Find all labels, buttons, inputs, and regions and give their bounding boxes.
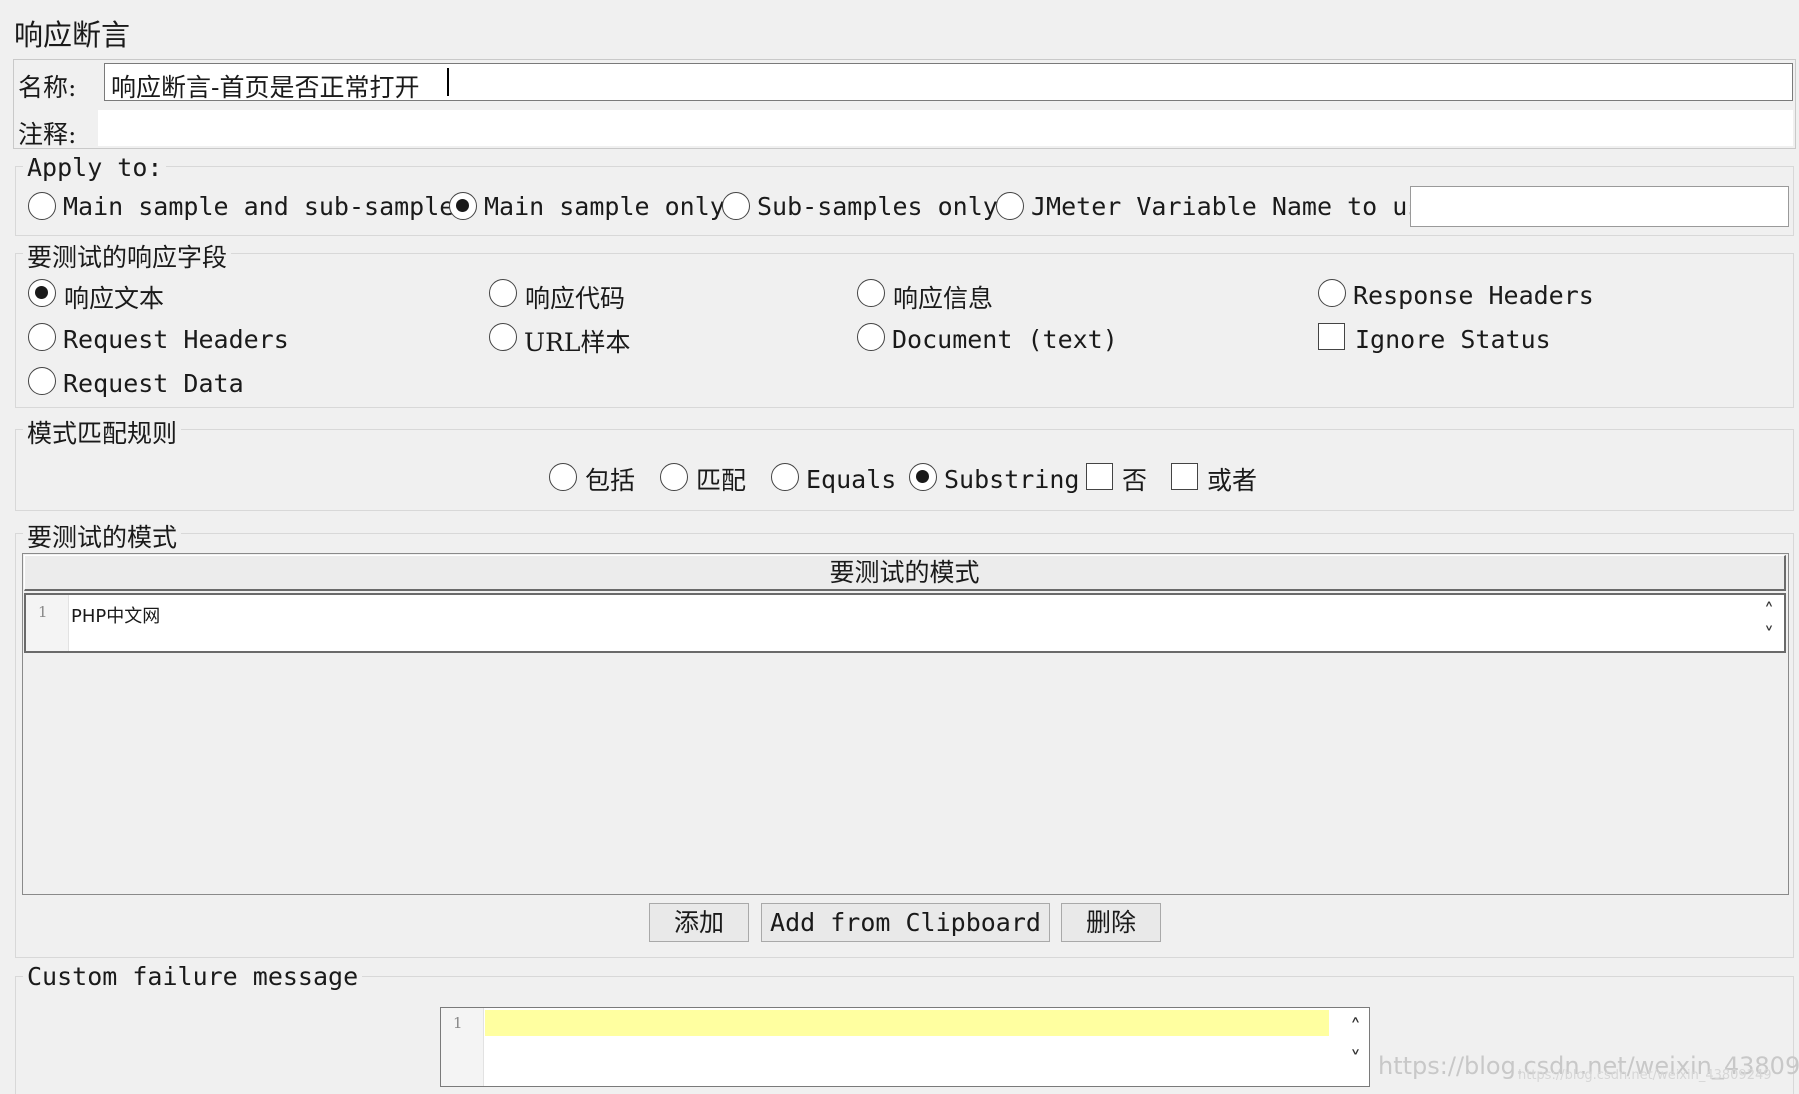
add-button[interactable]: 添加: [649, 903, 749, 942]
watermark-text-small: https://blog.csdn.net/weixin_43809249: [1518, 1068, 1772, 1083]
scroll-down-icon[interactable]: ˅: [1764, 623, 1774, 647]
apply-main-and-sub-label: Main sample and sub-samples: [63, 192, 470, 221]
apply-main-only-radio[interactable]: [449, 192, 477, 220]
rule-or-label: 或者: [1207, 466, 1258, 495]
custom-failure-editor[interactable]: 1 ˄ ˅: [440, 1007, 1370, 1087]
field-response-code-label: 响应代码: [525, 284, 626, 313]
field-url-sample-label: URL样本: [524, 328, 631, 357]
rule-matches-radio[interactable]: [660, 463, 688, 491]
rule-not-label: 否: [1122, 466, 1148, 495]
apply-main-only-label: Main sample only: [484, 192, 725, 221]
field-request-data-radio[interactable]: [28, 367, 56, 395]
text-cursor: [447, 68, 449, 96]
rule-contains-label: 包括: [585, 466, 636, 495]
patterns-legend: 要测试的模式: [23, 518, 182, 554]
field-request-headers-radio[interactable]: [28, 323, 56, 351]
failure-line-number: 1: [453, 1014, 463, 1032]
name-input[interactable]: 响应断言-首页是否正常打开: [104, 63, 1793, 102]
rule-not-checkbox[interactable]: [1086, 463, 1113, 490]
field-response-message-radio[interactable]: [857, 279, 885, 307]
field-document-text-label: Document (text): [892, 325, 1118, 354]
field-url-sample-radio[interactable]: [489, 323, 517, 351]
name-input-value: 响应断言-首页是否正常打开: [111, 73, 420, 102]
rule-substring-radio[interactable]: [909, 463, 937, 491]
field-response-text-radio[interactable]: [28, 279, 56, 307]
ignore-status-checkbox[interactable]: [1318, 323, 1345, 350]
rule-or-checkbox[interactable]: [1171, 463, 1198, 490]
rule-equals-radio[interactable]: [771, 463, 799, 491]
rule-substring-label: Substring: [944, 465, 1080, 494]
pattern-text: PHP中文网: [71, 606, 161, 627]
apply-jmeter-var-radio[interactable]: [996, 192, 1024, 220]
field-response-message-label: 响应信息: [893, 284, 994, 313]
rule-equals-label: Equals: [806, 465, 897, 494]
jmeter-variable-input[interactable]: [1410, 186, 1789, 227]
field-response-headers-radio[interactable]: [1318, 279, 1346, 307]
delete-button[interactable]: 删除: [1061, 903, 1161, 942]
scroll-up-icon[interactable]: ˄: [1350, 1016, 1361, 1041]
name-label: 名称:: [18, 73, 77, 102]
comment-label: 注释:: [18, 120, 77, 149]
scroll-up-icon[interactable]: ˄: [1764, 599, 1774, 623]
rule-contains-radio[interactable]: [549, 463, 577, 491]
response-field-legend: 要测试的响应字段: [23, 238, 232, 274]
current-line-highlight: [485, 1010, 1329, 1036]
field-request-data-label: Request Data: [63, 369, 244, 398]
pattern-line-number: 1: [38, 603, 48, 621]
scroll-down-icon[interactable]: ˅: [1350, 1048, 1361, 1073]
match-rules-legend: 模式匹配规则: [23, 414, 182, 450]
ignore-status-label: Ignore Status: [1355, 325, 1551, 354]
custom-failure-legend: Custom failure message: [23, 962, 363, 991]
apply-sub-only-label: Sub-samples only: [757, 192, 998, 221]
apply-jmeter-var-label: JMeter Variable Name to use: [1031, 192, 1438, 221]
add-from-clipboard-button[interactable]: Add from Clipboard: [761, 903, 1050, 942]
field-request-headers-label: Request Headers: [63, 325, 289, 354]
field-response-text-label: 响应文本: [64, 284, 165, 313]
field-document-text-radio[interactable]: [857, 323, 885, 351]
rule-matches-label: 匹配: [696, 466, 747, 495]
comment-input[interactable]: [98, 110, 1793, 146]
apply-to-legend: Apply to:: [23, 153, 167, 182]
field-response-headers-label: Response Headers: [1353, 281, 1594, 310]
apply-sub-only-radio[interactable]: [722, 192, 750, 220]
field-response-code-radio[interactable]: [489, 279, 517, 307]
pattern-editor[interactable]: 1 PHP中文网 ˄ ˅: [24, 593, 1786, 653]
panel-title: 响应断言: [14, 18, 131, 52]
apply-main-and-sub-radio[interactable]: [28, 192, 56, 220]
match-rules-group: [15, 429, 1794, 511]
patterns-column-header[interactable]: 要测试的模式: [24, 555, 1786, 591]
